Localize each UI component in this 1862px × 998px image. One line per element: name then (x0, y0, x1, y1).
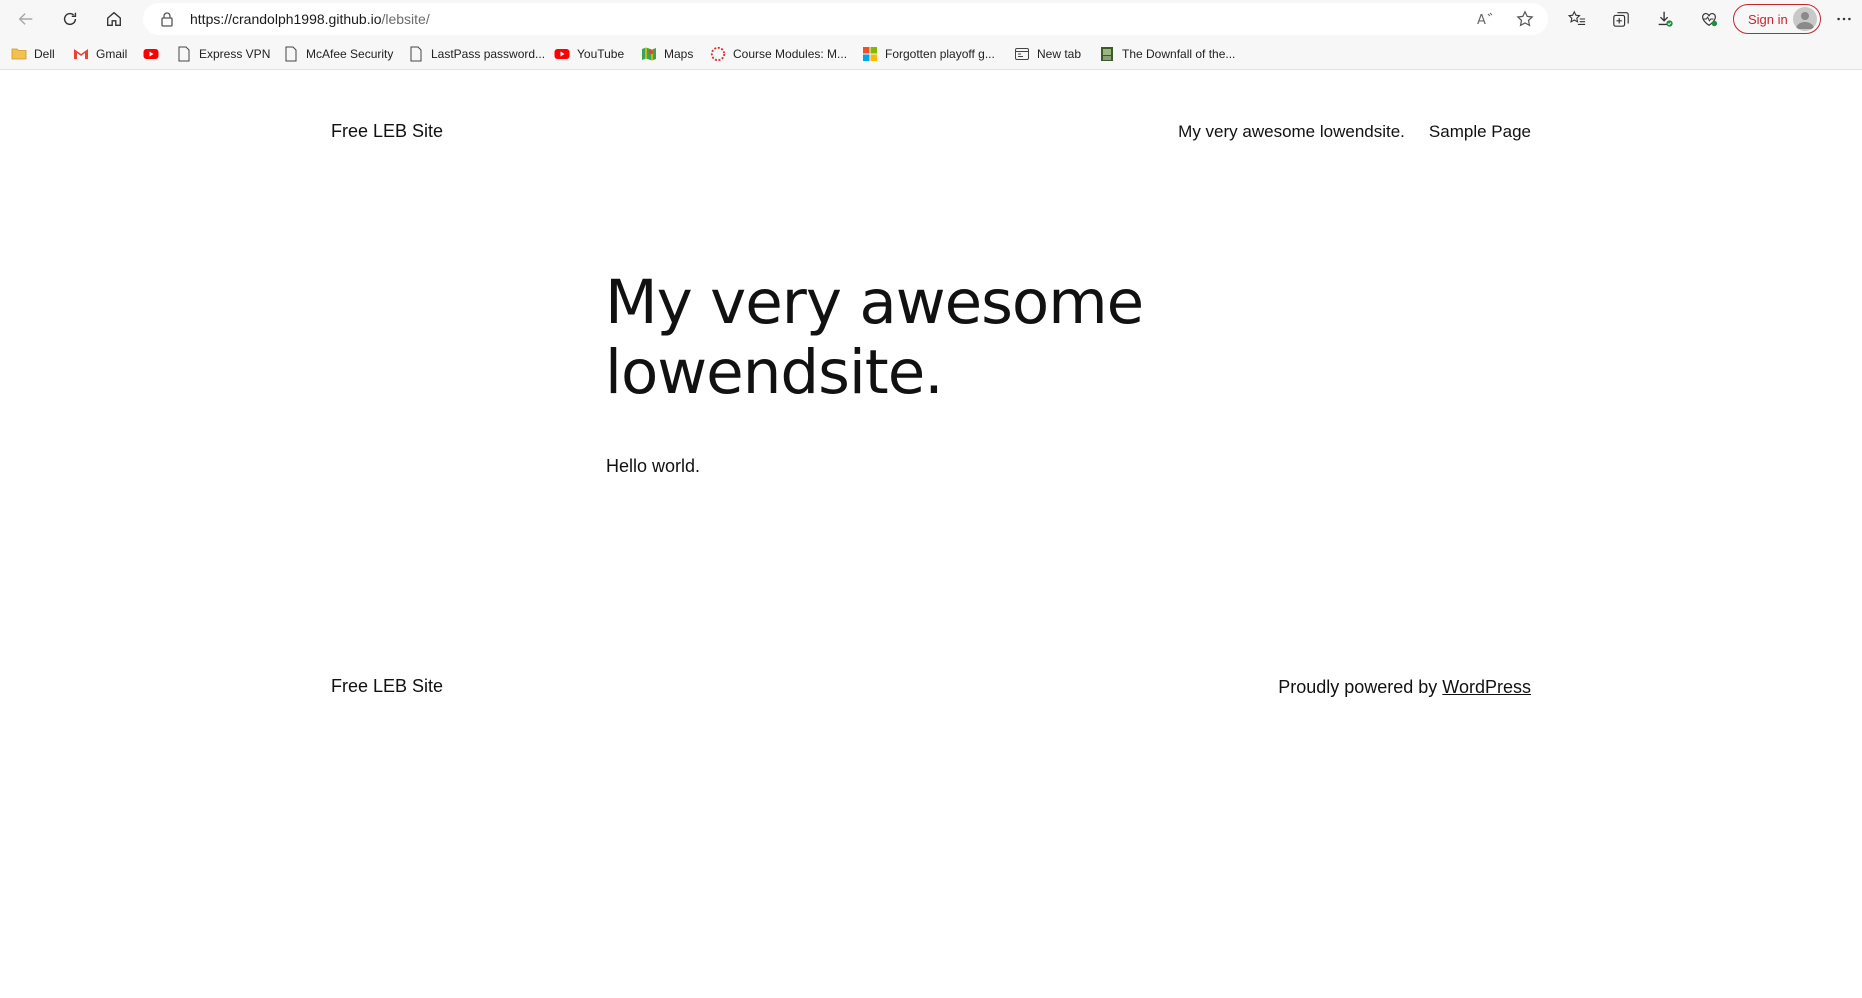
bookmark-label: Course Modules: M... (733, 47, 848, 61)
downloads-button[interactable] (1650, 4, 1680, 34)
bookmark-express-vpn[interactable]: Express VPN (176, 44, 270, 64)
bookmarks-bar: Dell Gmail Express VPN McAfee Security L… (0, 38, 1862, 70)
lock-icon[interactable] (159, 11, 175, 27)
maps-icon (641, 46, 657, 62)
svg-text:A: A (1477, 13, 1486, 28)
favorites-list-icon (1568, 10, 1586, 25)
bookmark-course-modules[interactable]: Course Modules: M... (710, 44, 847, 64)
folder-icon (11, 46, 27, 62)
favorite-star-icon[interactable] (1516, 10, 1534, 28)
bookmark-label: Maps (664, 47, 694, 61)
collections-button[interactable] (1606, 4, 1636, 34)
url-text[interactable]: https://crandolph1998.github.io/lebsite/ (190, 11, 430, 27)
bookmark-mcafee[interactable]: McAfee Security (283, 44, 393, 64)
browser-toolbar: https://crandolph1998.github.io/lebsite/… (0, 0, 1862, 38)
settings-more-button[interactable] (1829, 4, 1859, 34)
nav-item-home[interactable]: My very awesome lowendsite. (1178, 122, 1405, 142)
footer-site-title-link[interactable]: Free LEB Site (331, 676, 443, 697)
bookmark-label: The Downfall of the... (1122, 47, 1236, 61)
post-title: My very awesome lowendsite. (605, 267, 1144, 408)
bookmark-forgotten-playoff[interactable]: Forgotten playoff g... (862, 44, 995, 64)
footer-credit: Proudly powered by WordPress (1278, 677, 1531, 698)
bookmark-youtube-unlabeled[interactable] (143, 44, 166, 64)
nav-item-sample-page[interactable]: Sample Page (1429, 122, 1531, 142)
footer-credit-prefix: Proudly powered by (1278, 677, 1443, 697)
home-icon (107, 11, 121, 26)
bookmark-label: LastPass password... (431, 47, 546, 61)
bookmark-label: Express VPN (199, 47, 271, 61)
bookmark-new-tab[interactable]: New tab (1014, 44, 1081, 64)
bookmark-label: McAfee Security (306, 47, 394, 61)
web-page: Free LEB Site My very awesome lowendsite… (0, 71, 1862, 998)
bookmark-label: YouTube (577, 47, 625, 61)
browser-essentials-button[interactable] (1694, 4, 1724, 34)
bookmark-maps[interactable]: Maps (641, 44, 693, 64)
download-icon (1658, 11, 1673, 27)
youtube-icon (554, 46, 570, 62)
page-icon (283, 46, 299, 62)
bookmark-lastpass[interactable]: LastPass password... (408, 44, 545, 64)
course-icon (710, 46, 726, 62)
book-icon (1099, 46, 1115, 62)
address-bar[interactable]: https://crandolph1998.github.io/lebsite/… (143, 3, 1548, 35)
site-navigation: My very awesome lowendsite. Sample Page (1178, 122, 1531, 142)
more-dots-icon (1837, 17, 1851, 21)
page-icon (408, 46, 424, 62)
refresh-button[interactable] (55, 4, 85, 34)
back-arrow-icon (18, 13, 33, 25)
post-body: Hello world. (606, 456, 701, 476)
microsoft-icon (862, 46, 878, 62)
home-button[interactable] (99, 4, 129, 34)
bookmark-youtube[interactable]: YouTube (554, 44, 624, 64)
bookmark-label: New tab (1037, 47, 1082, 61)
refresh-icon (63, 12, 77, 26)
youtube-icon (143, 46, 159, 62)
gmail-icon (73, 46, 89, 62)
sign-in-button[interactable]: Sign in (1733, 4, 1821, 34)
heartbeat-icon (1702, 12, 1718, 27)
url-host: https://crandolph1998.github.io (190, 11, 382, 27)
bookmark-gmail[interactable]: Gmail (73, 44, 127, 64)
avatar-icon (1793, 7, 1817, 31)
bookmark-label: Dell (34, 47, 55, 61)
collections-icon (1613, 12, 1629, 27)
bookmark-label: Gmail (96, 47, 128, 61)
read-aloud-icon[interactable]: A (1476, 10, 1494, 28)
bookmark-label: Forgotten playoff g... (885, 47, 995, 61)
url-path: /lebsite/ (381, 11, 430, 27)
page-icon (176, 46, 192, 62)
sign-in-label: Sign in (1748, 11, 1788, 27)
favorites-button[interactable] (1562, 4, 1592, 34)
wordpress-link[interactable]: WordPress (1442, 677, 1531, 697)
new-tab-icon (1014, 46, 1030, 62)
back-button[interactable] (11, 4, 41, 34)
bookmark-dell[interactable]: Dell (11, 44, 55, 64)
bookmark-downfall[interactable]: The Downfall of the... (1099, 44, 1235, 64)
site-title-link[interactable]: Free LEB Site (331, 121, 443, 142)
